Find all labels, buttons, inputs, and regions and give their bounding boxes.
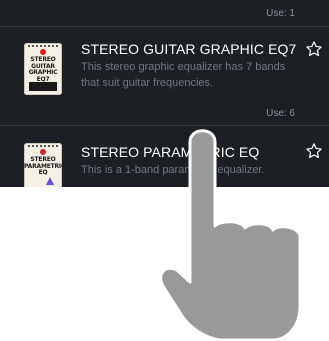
led-indicator [40, 49, 46, 55]
use-count-label: Use: 1 [266, 8, 295, 19]
eq-graphic [46, 177, 54, 185]
led-indicator [40, 149, 46, 155]
pointing-hand-icon [160, 129, 302, 341]
star-outline-icon[interactable] [305, 40, 323, 58]
effect-thumbnail: STEREO PARAMETRIC EQ [24, 143, 62, 187]
thumbnail-label-line: EQ [38, 169, 48, 176]
effect-description: This stereo graphic equalizer has 7 band… [81, 61, 286, 89]
footswitch [29, 82, 57, 91]
effect-title: STEREO GUITAR GRAPHIC EQ7 [81, 41, 297, 57]
effect-thumbnail: STEREO GUITAR GRAPHIC EQ7 [24, 43, 62, 95]
list-item[interactable]: STEREO GUITAR GRAPHIC EQ7 STEREO GUITAR … [0, 27, 329, 119]
